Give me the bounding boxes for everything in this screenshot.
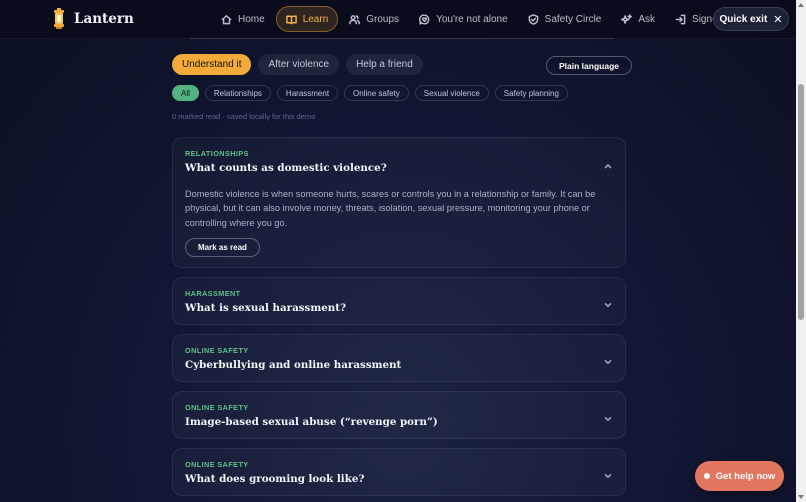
chevron-down-icon[interactable]: [603, 354, 613, 365]
filter-chip-sexual-violence[interactable]: Sexual violence: [414, 85, 489, 101]
read-status-text: 0 marked read · saved locally for this d…: [172, 112, 316, 121]
get-help-button[interactable]: Get help now: [695, 461, 784, 491]
article-card[interactable]: HARASSMENT What is sexual harassment?: [172, 277, 626, 325]
article-title[interactable]: Cyberbullying and online harassment: [185, 359, 401, 371]
book-icon: [285, 15, 297, 24]
filter-chip-relationships[interactable]: Relationships: [204, 85, 271, 101]
article-card[interactable]: ONLINE SAFETY Image-based sexual abuse (…: [172, 391, 626, 439]
tab-help-a-friend[interactable]: Help a friend: [346, 54, 423, 75]
nav-item-ask[interactable]: Ask: [612, 6, 664, 32]
plain-language-button[interactable]: Plain language: [546, 56, 632, 75]
top-navigation: Lantern Home Learn Groups You're not alo…: [0, 0, 796, 39]
scroll-down-arrow-icon[interactable]: [798, 495, 804, 499]
article-card: RELATIONSHIPS What counts as domestic vi…: [172, 137, 626, 268]
divider: [190, 38, 614, 39]
scrollbar-thumb[interactable]: [798, 84, 804, 320]
quick-exit-label: Quick exit: [719, 13, 768, 25]
nav-item-groups[interactable]: Groups: [340, 6, 408, 32]
nav-item-label: Groups: [366, 13, 400, 25]
filter-chip-all[interactable]: All: [172, 85, 199, 101]
article-category: ONLINE SAFETY: [185, 460, 249, 469]
chevron-down-icon[interactable]: [603, 468, 613, 479]
article-category: ONLINE SAFETY: [185, 346, 249, 355]
scroll-up-arrow-icon[interactable]: [798, 3, 804, 7]
nav-item-home[interactable]: Home: [212, 6, 274, 32]
sign-in-icon: [675, 14, 686, 24]
close-icon: ✕: [773, 13, 783, 26]
brand-name: Lantern: [74, 11, 134, 27]
lantern-logo-icon: [54, 8, 64, 29]
nav-item-not-alone[interactable]: You're not alone: [410, 6, 517, 32]
tab-understand-it[interactable]: Understand it: [172, 54, 252, 75]
chevron-down-icon[interactable]: [603, 411, 613, 422]
mode-tabs: Understand it After violence Help a frie…: [172, 54, 423, 75]
nav-item-label: Home: [238, 13, 265, 25]
article-title[interactable]: What counts as domestic violence?: [185, 162, 387, 174]
filter-chip-online-safety[interactable]: Online safety: [344, 85, 409, 101]
article-card[interactable]: ONLINE SAFETY What does grooming look li…: [172, 448, 626, 496]
article-category: RELATIONSHIPS: [185, 149, 249, 158]
article-title[interactable]: Image-based sexual abuse (“revenge porn”…: [185, 416, 438, 428]
page-scrollbar[interactable]: [796, 0, 806, 502]
nav-item-learn[interactable]: Learn: [275, 6, 339, 32]
article-body: Domestic violence is when someone hurts,…: [185, 189, 596, 228]
shield-icon: [528, 13, 539, 25]
article-card[interactable]: ONLINE SAFETY Cyberbullying and online h…: [172, 334, 626, 382]
chat-heart-icon: [419, 13, 430, 25]
quick-exit-button[interactable]: Quick exit ✕: [713, 7, 789, 31]
nav-item-label: Safety Circle: [544, 13, 602, 25]
article-category: ONLINE SAFETY: [185, 403, 249, 412]
users-icon: [349, 14, 361, 24]
nav-item-label: You're not alone: [436, 13, 508, 25]
filter-chip-safety-planning[interactable]: Safety planning: [494, 85, 568, 101]
category-filters: All Relationships Harassment Online safe…: [172, 85, 568, 101]
chevron-up-icon[interactable]: [603, 158, 613, 169]
nav-item-safety-circle[interactable]: Safety Circle: [519, 6, 611, 32]
brand[interactable]: Lantern: [52, 8, 134, 30]
sparkle-icon: [621, 13, 633, 24]
home-icon: [221, 14, 232, 24]
article-title[interactable]: What is sexual harassment?: [185, 302, 346, 314]
article-category: HARASSMENT: [185, 289, 241, 298]
chevron-down-icon[interactable]: [603, 297, 613, 308]
filter-chip-harassment[interactable]: Harassment: [276, 85, 339, 101]
main-nav: Home Learn Groups You're not alone Safet…: [212, 6, 748, 32]
nav-item-label: Ask: [638, 13, 656, 25]
tab-after-violence[interactable]: After violence: [258, 54, 340, 75]
status-dot-icon: [703, 473, 710, 479]
article-title[interactable]: What does grooming look like?: [185, 473, 364, 485]
get-help-label: Get help now: [715, 470, 776, 482]
mark-as-read-button[interactable]: Mark as read: [185, 238, 260, 257]
nav-item-label: Learn: [302, 13, 329, 25]
